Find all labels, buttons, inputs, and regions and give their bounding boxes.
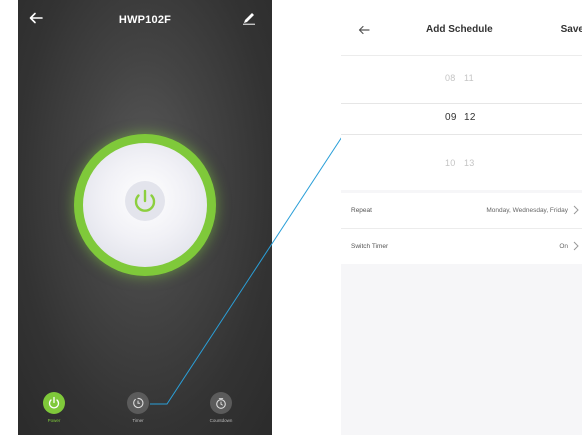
device-title: HWP102F: [118, 14, 172, 26]
hour-value: 09: [445, 112, 457, 123]
power-ring-inner: [83, 143, 207, 267]
time-picker-row[interactable]: 08 11: [445, 73, 483, 83]
device-control-screen: HWP102F Power Timer Countdown: [18, 0, 272, 435]
switch-timer-value: On: [559, 243, 568, 250]
tab-countdown-label: Countdown: [209, 418, 233, 423]
tab-timer[interactable]: Timer: [108, 392, 168, 423]
minute-value: 11: [464, 73, 474, 83]
schedule-settings-list: Repeat Monday, Wednesday, Friday Switch …: [341, 193, 582, 264]
time-picker[interactable]: 08 11 09 12 10 13: [341, 56, 582, 190]
chevron-right-icon: [573, 241, 579, 251]
time-picker-row-selected[interactable]: 09 12: [445, 112, 483, 123]
minute-value: 12: [464, 112, 476, 123]
save-button[interactable]: Save: [561, 24, 582, 35]
switch-timer-label: Switch Timer: [351, 243, 389, 250]
schedule-header: Add Schedule Save: [341, 5, 582, 56]
back-arrow-icon[interactable]: [357, 23, 371, 37]
repeat-row[interactable]: Repeat Monday, Wednesday, Friday: [341, 193, 582, 229]
time-picker-row[interactable]: 10 13: [445, 158, 483, 168]
tab-power[interactable]: Power: [24, 392, 84, 423]
tab-timer-label: Timer: [132, 418, 144, 423]
page-title: Add Schedule: [426, 24, 493, 35]
edit-pencil-icon[interactable]: [242, 11, 256, 25]
repeat-value: Monday, Wednesday, Friday: [486, 207, 568, 214]
add-schedule-screen: Add Schedule Save 08 11 09 12 10 13 Repeat …: [341, 5, 582, 435]
hour-value: 10: [445, 158, 456, 168]
timer-tab-icon: [127, 392, 149, 414]
device-header: HWP102F: [18, 0, 272, 44]
hour-value: 08: [445, 73, 456, 83]
power-tab-icon: [43, 392, 65, 414]
switch-timer-row[interactable]: Switch Timer On: [341, 229, 582, 264]
power-toggle-button[interactable]: [123, 179, 167, 223]
minute-value: 13: [464, 158, 475, 168]
chevron-right-icon: [573, 205, 579, 215]
tab-power-label: Power: [47, 418, 61, 423]
repeat-label: Repeat: [351, 207, 372, 214]
countdown-tab-icon: [210, 392, 232, 414]
tab-countdown[interactable]: Countdown: [191, 392, 251, 423]
power-ring: [74, 134, 216, 276]
